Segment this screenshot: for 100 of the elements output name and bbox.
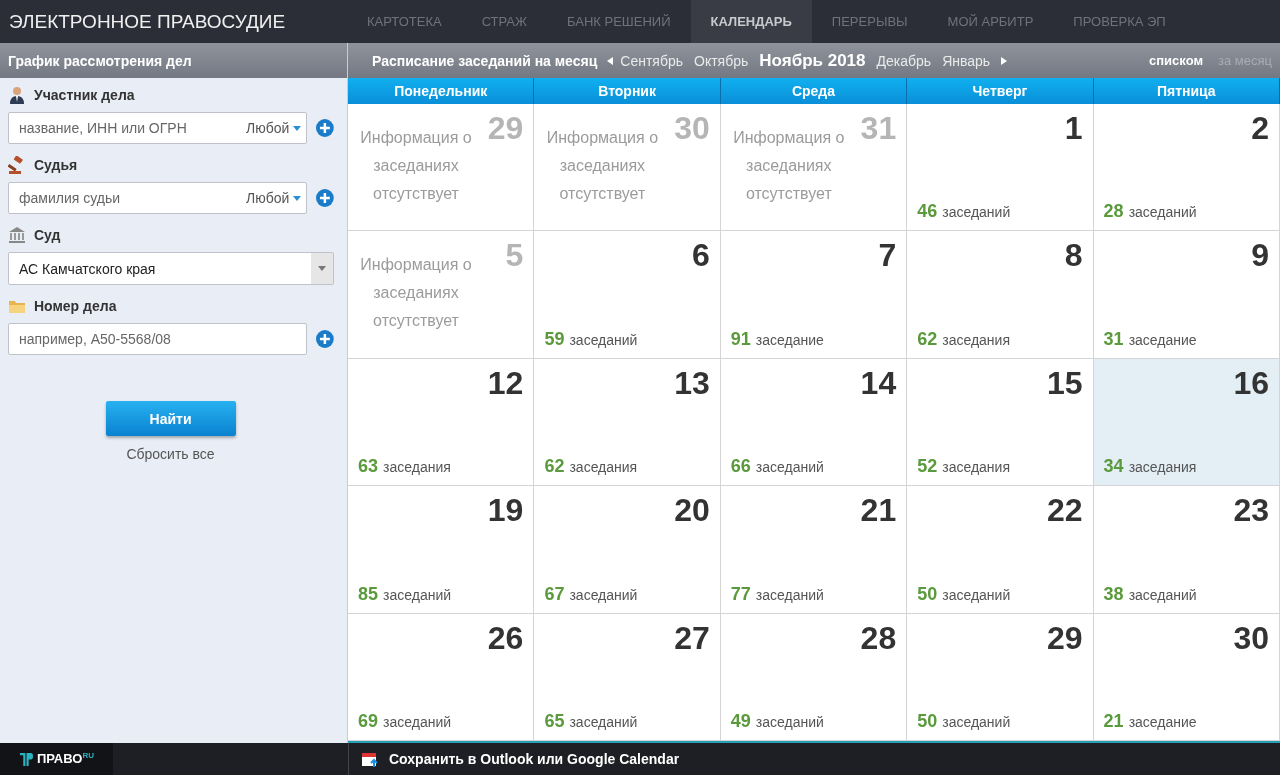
hearing-count: 66 <box>730 456 751 478</box>
hearing-count: 21 <box>1103 711 1124 732</box>
hearing-count: 85 <box>358 583 379 605</box>
caret-icon[interactable] <box>293 195 302 201</box>
hearing-unit: заседания <box>1128 459 1197 476</box>
day-number: 28 <box>860 619 897 656</box>
hearing-count: 62 <box>917 328 938 350</box>
schedule-title: Расписание заседаний на месяц <box>372 52 598 69</box>
add-icon[interactable] <box>315 188 335 208</box>
hearing-count: 63 <box>358 456 379 478</box>
month-link[interactable]: Ноябрь 2018 <box>759 50 866 71</box>
hearing-count: 59 <box>544 328 565 350</box>
weekday-header: Пятница <box>1093 78 1280 104</box>
hearing-count: 65 <box>544 711 565 732</box>
no-info-text: Информация о заседаниях отсутствует <box>359 255 473 332</box>
hearing-unit: заседаний <box>942 204 1011 221</box>
day-number: 6 <box>692 237 710 274</box>
day-number: 19 <box>487 492 524 529</box>
logo-text: ПРАВО$^{RU}$ <box>37 751 94 767</box>
day-cell[interactable]: 1 46 заседаний <box>907 104 1094 232</box>
no-info-text: Информация о заседаниях отсутствует <box>545 128 660 204</box>
day-cell[interactable]: 29 50 заседаний <box>907 613 1094 741</box>
day-cell[interactable]: 30 21 заседание <box>1093 613 1280 741</box>
day-cell[interactable]: 15 52 заседания <box>907 358 1094 487</box>
input-field[interactable]: например, А50-5568/08 <box>8 323 308 355</box>
caret-icon[interactable] <box>293 125 302 131</box>
day-number: 2 <box>1251 110 1269 146</box>
site-title: ЭЛЕКТРОННОЕ ПРАВОСУДИЕ <box>8 9 287 34</box>
day-cell[interactable]: 7 91 заседание <box>720 231 908 359</box>
hearing-unit: заседаний <box>1128 204 1197 221</box>
hearing-count: 50 <box>917 583 938 605</box>
day-cell[interactable]: 13 62 заседания <box>534 358 721 487</box>
left-arrow-icon[interactable] <box>607 56 614 65</box>
day-number: 22 <box>1047 492 1083 529</box>
day-number: 31 <box>860 110 897 146</box>
day-number: 15 <box>1047 364 1083 401</box>
hearing-count: 28 <box>1103 201 1124 223</box>
hearing-count: 52 <box>917 456 938 478</box>
weekday-header: Понедельник <box>348 78 535 104</box>
day-cell[interactable]: 19 85 заседаний <box>348 486 535 614</box>
day-cell[interactable]: 16 34 заседания <box>1093 358 1280 487</box>
day-cell[interactable]: 22 50 заседаний <box>907 486 1094 614</box>
hearing-unit: заседание <box>1128 714 1197 730</box>
export-link[interactable]: Сохранить в Outlook или Google Calendar <box>389 751 680 767</box>
hearing-unit: заседания <box>383 459 451 476</box>
day-cell[interactable]: 12 63 заседания <box>348 358 535 487</box>
hearing-count: 91 <box>730 328 751 350</box>
filter-label: Номер дела <box>34 298 117 314</box>
right-arrow-icon[interactable] <box>1001 56 1008 65</box>
day-cell[interactable]: 9 31 заседание <box>1093 231 1280 359</box>
add-icon[interactable] <box>315 329 335 349</box>
day-cell[interactable]: 8 62 заседания <box>907 231 1094 359</box>
hearing-unit: заседаний <box>755 586 824 603</box>
add-icon[interactable] <box>315 118 335 138</box>
day-cell[interactable]: 27 65 заседаний <box>534 613 721 741</box>
reset-link[interactable]: Сбросить все <box>126 446 215 462</box>
day-cell[interactable]: 14 66 заседаний <box>720 358 908 487</box>
day-number: 27 <box>674 619 710 656</box>
day-cell[interactable]: 23 38 заседаний <box>1093 486 1280 614</box>
hearing-unit: заседаний <box>942 586 1011 603</box>
caret-icon <box>318 266 326 271</box>
day-number: 30 <box>1233 619 1269 656</box>
hearing-unit: заседание <box>755 331 824 348</box>
day-cell[interactable]: 2 28 заседаний <box>1093 104 1280 232</box>
hearing-unit: заседания <box>569 459 638 476</box>
filter-label: Суд <box>34 227 61 243</box>
day-number: 14 <box>860 364 897 401</box>
day-cell[interactable]: 28 49 заседаний <box>720 613 908 741</box>
hearing-count: 31 <box>1103 328 1124 350</box>
weekday-header: Четверг <box>907 78 1094 104</box>
day-number: 13 <box>674 364 710 401</box>
day-number: 20 <box>674 492 710 529</box>
day-cell[interactable]: 21 77 заседаний <box>720 486 908 614</box>
day-number: 7 <box>878 237 897 274</box>
view-toggle[interactable]: списком <box>1149 53 1204 68</box>
hearing-count: 38 <box>1103 583 1124 605</box>
day-number: 1 <box>1064 110 1083 146</box>
calendar-upload-icon[interactable] <box>361 750 379 768</box>
day-cell[interactable]: 26 69 заседаний <box>348 613 535 741</box>
hearing-count: 62 <box>544 456 565 478</box>
nav-tab[interactable]: КАЛЕНДАРЬ <box>690 0 812 43</box>
dropdown-toggle[interactable]: Любой <box>246 120 290 136</box>
weekday-header: Среда <box>720 78 908 104</box>
hearing-count: 67 <box>544 583 565 605</box>
hearing-unit: заседаний <box>755 714 824 730</box>
hearing-unit: заседаний <box>569 714 638 730</box>
day-number: 23 <box>1233 492 1269 529</box>
day-cell[interactable]: 6 59 заседаний <box>534 231 721 359</box>
no-info-text: Информация о заседаниях отсутствует <box>359 128 473 204</box>
hearing-unit: заседания <box>942 459 1010 476</box>
hearing-unit: заседание <box>1128 331 1197 348</box>
day-number: 9 <box>1251 237 1269 274</box>
dropdown-toggle[interactable]: Любой <box>246 190 290 206</box>
hearing-unit: заседаний <box>942 714 1011 730</box>
day-cell[interactable]: 20 67 заседаний <box>534 486 721 614</box>
day-number: 12 <box>487 364 524 401</box>
filter-label: Участник дела <box>34 87 135 103</box>
day-number: 30 <box>674 110 710 146</box>
court-select[interactable]: АС Камчатского края <box>8 252 334 285</box>
hearing-unit: заседаний <box>569 586 638 603</box>
